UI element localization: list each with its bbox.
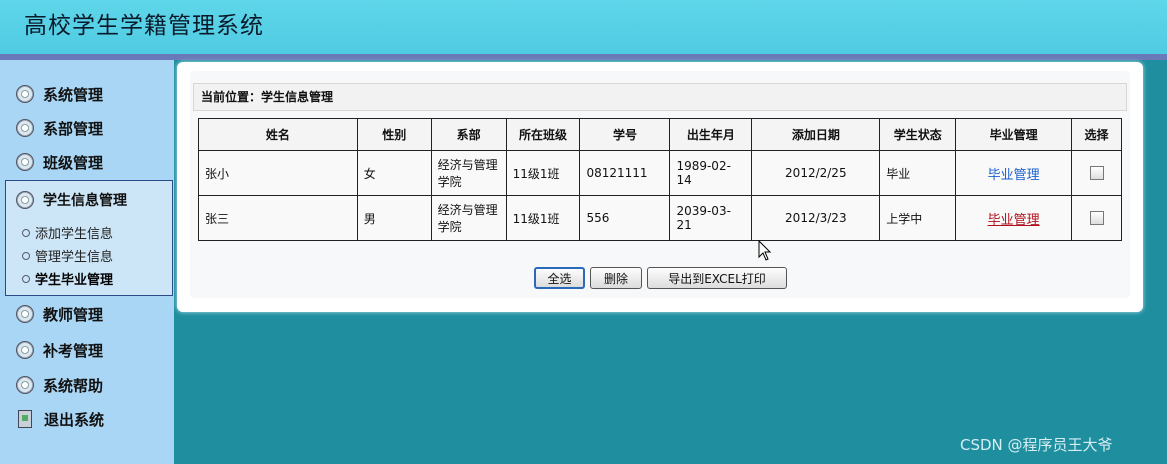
sidebar-item-department[interactable]: 系部管理 bbox=[16, 115, 103, 141]
sidebar-item-logout[interactable]: 退出系统 bbox=[16, 406, 104, 432]
cell-added-date: 2012/2/25 bbox=[751, 150, 881, 196]
select-all-button[interactable]: 全选 bbox=[534, 267, 585, 289]
column-header: 选择 bbox=[1071, 118, 1122, 151]
sidebar: 系统管理 系部管理 班级管理 学生信息管理 添加学生信息 管理学生信息 学生毕业… bbox=[0, 60, 174, 464]
breadcrumb: 当前位置：学生信息管理 bbox=[193, 83, 1127, 111]
cell-birth: 1989-02-14 bbox=[669, 150, 753, 196]
column-header: 学生状态 bbox=[879, 118, 957, 151]
cell-name: 张小 bbox=[198, 150, 358, 196]
sidebar-item-label: 系统管理 bbox=[43, 85, 104, 104]
column-header: 出生年月 bbox=[669, 118, 753, 151]
cell-status: 上学中 bbox=[879, 195, 957, 241]
column-header: 系部 bbox=[430, 118, 507, 151]
sidebar-item-label: 学生信息管理 bbox=[43, 193, 127, 209]
sidebar-item-help[interactable]: 系统帮助 bbox=[16, 372, 103, 398]
column-header: 性别 bbox=[356, 118, 432, 151]
cell-student-id: 08121111 bbox=[579, 150, 671, 196]
graduation-manage-link[interactable]: 毕业管理 bbox=[988, 168, 1040, 183]
subitem-graduation[interactable]: 学生毕业管理 bbox=[22, 269, 113, 288]
bullet-icon bbox=[22, 228, 30, 237]
subitem-label: 学生毕业管理 bbox=[35, 273, 114, 288]
cell-birth: 2039-03-21 bbox=[669, 195, 753, 241]
cell-gender: 女 bbox=[356, 150, 432, 196]
sidebar-item-label: 教师管理 bbox=[43, 305, 104, 324]
sidebar-item-label: 班级管理 bbox=[43, 153, 104, 172]
cell-gender: 男 bbox=[356, 195, 432, 241]
cell-status: 毕业 bbox=[879, 150, 957, 196]
student-table: 姓名 性别 系部 所在班级 学号 出生年月 添加日期 学生状态 毕业管理 选择 … bbox=[198, 118, 1122, 241]
column-header: 毕业管理 bbox=[955, 118, 1072, 151]
sidebar-item-class[interactable]: 班级管理 bbox=[16, 149, 103, 175]
bullet-icon bbox=[22, 274, 30, 283]
cell-student-id: 556 bbox=[579, 195, 671, 241]
cell-added-date: 2012/3/23 bbox=[751, 195, 881, 241]
table-row: 张三 男 经济与管理学院 11级1班 556 2039-03-21 2012/3… bbox=[198, 195, 1122, 241]
disc-icon bbox=[16, 153, 34, 171]
cell-class: 11级1班 bbox=[505, 195, 581, 241]
disc-icon bbox=[16, 85, 34, 103]
row-checkbox[interactable] bbox=[1089, 211, 1104, 226]
sidebar-item-system[interactable]: 系统管理 bbox=[16, 81, 103, 107]
delete-button[interactable]: 删除 bbox=[590, 267, 642, 289]
cell-department: 经济与管理学院 bbox=[430, 150, 507, 196]
subitem-manage-student[interactable]: 管理学生信息 bbox=[22, 246, 113, 265]
sidebar-item-student-info[interactable]: 学生信息管理 bbox=[16, 187, 127, 213]
exit-door-icon bbox=[18, 410, 32, 428]
cell-action: 毕业管理 bbox=[955, 195, 1072, 241]
app-title: 高校学生学籍管理系统 bbox=[24, 13, 264, 39]
cell-class: 11级1班 bbox=[505, 150, 581, 196]
subitem-add-student[interactable]: 添加学生信息 bbox=[22, 223, 113, 242]
mouse-pointer-icon bbox=[758, 240, 772, 261]
app-header: 高校学生学籍管理系统 bbox=[0, 0, 1167, 54]
subitem-label: 管理学生信息 bbox=[35, 250, 114, 265]
export-excel-button[interactable]: 导出到EXCEL打印 bbox=[647, 267, 787, 289]
column-header: 添加日期 bbox=[751, 118, 881, 151]
cell-department: 经济与管理学院 bbox=[430, 195, 507, 241]
cell-select bbox=[1071, 195, 1122, 241]
watermark: CSDN @程序员王大爷 bbox=[960, 436, 1113, 454]
disc-icon bbox=[16, 191, 34, 209]
row-checkbox[interactable] bbox=[1089, 166, 1104, 181]
sidebar-item-teacher[interactable]: 教师管理 bbox=[16, 301, 103, 327]
column-header: 学号 bbox=[579, 118, 671, 151]
header-divider bbox=[0, 54, 1167, 60]
disc-icon bbox=[16, 376, 34, 394]
cell-action: 毕业管理 bbox=[955, 150, 1072, 196]
column-header: 所在班级 bbox=[505, 118, 581, 151]
column-header: 姓名 bbox=[198, 118, 358, 151]
sidebar-item-label: 系统帮助 bbox=[43, 376, 104, 395]
disc-icon bbox=[16, 119, 34, 137]
sidebar-item-makeup-exam[interactable]: 补考管理 bbox=[16, 337, 103, 363]
table-header-row: 姓名 性别 系部 所在班级 学号 出生年月 添加日期 学生状态 毕业管理 选择 bbox=[198, 118, 1122, 151]
sidebar-item-label: 补考管理 bbox=[43, 341, 104, 360]
cell-select bbox=[1071, 150, 1122, 196]
disc-icon bbox=[16, 341, 34, 359]
bullet-icon bbox=[22, 251, 30, 260]
subitem-label: 添加学生信息 bbox=[35, 227, 114, 242]
cell-name: 张三 bbox=[198, 195, 358, 241]
disc-icon bbox=[16, 305, 34, 323]
sidebar-item-label: 退出系统 bbox=[44, 410, 105, 429]
sidebar-item-label: 系部管理 bbox=[43, 119, 104, 138]
graduation-manage-link[interactable]: 毕业管理 bbox=[988, 213, 1040, 228]
table-row: 张小 女 经济与管理学院 11级1班 08121111 1989-02-14 2… bbox=[198, 150, 1122, 196]
